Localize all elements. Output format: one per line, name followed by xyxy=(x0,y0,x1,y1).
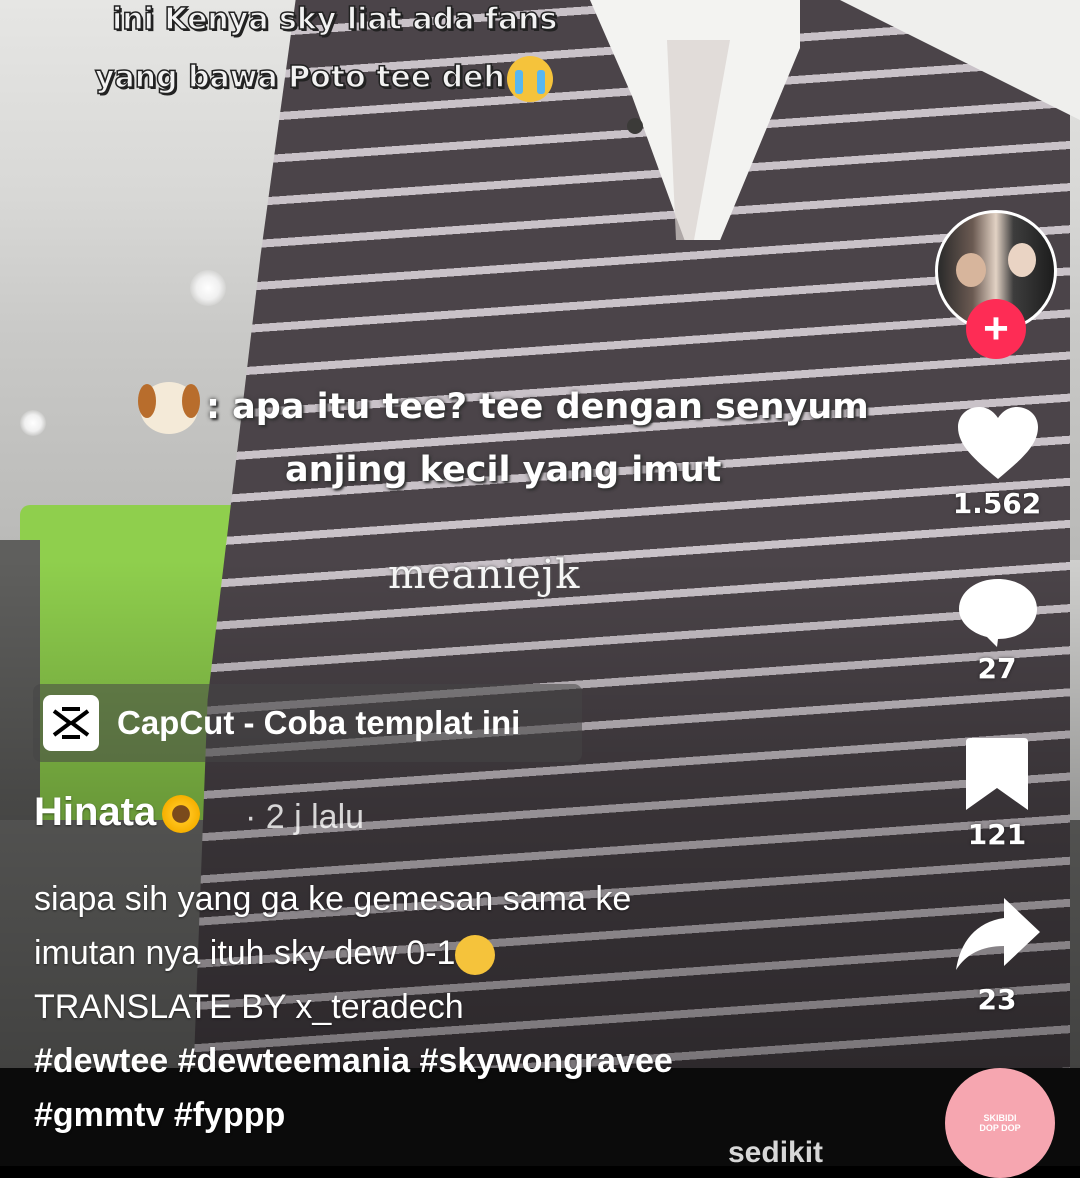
hashtag-line[interactable]: #gmmtv #fyppp xyxy=(34,1088,673,1142)
ceiling-light xyxy=(190,270,226,306)
post-description[interactable]: siapa sih yang ga ke gemesan sama ke imu… xyxy=(34,872,673,1142)
capcut-logo-icon xyxy=(43,695,99,751)
post-time: · 2 j lalu xyxy=(245,798,365,836)
next-content-peek: sedikit xyxy=(728,1136,824,1169)
disc-text: DOP DOP xyxy=(979,1123,1021,1133)
like-count: 1.562 xyxy=(952,487,1042,520)
share-count: 23 xyxy=(977,983,1017,1016)
avatar-face xyxy=(956,253,986,287)
caption-text: : apa itu tee? tee dengan senyum xyxy=(206,387,869,427)
caption-line: yang bawa Poto tee deh xyxy=(94,50,635,106)
description-text: imutan nya ituh sky dew 0-1 xyxy=(34,934,456,972)
bookmark-count: 121 xyxy=(967,818,1027,851)
comment-icon[interactable] xyxy=(957,577,1039,649)
author-text: Hinata xyxy=(34,790,157,834)
crying-emoji xyxy=(506,55,553,102)
capcut-label: CapCut - Coba templat ini xyxy=(117,704,521,741)
ceiling-light xyxy=(20,410,46,436)
description-line: TRANSLATE BY x_teradech xyxy=(34,988,464,1026)
caption-line: ini Kenya sky liat ada fans xyxy=(111,1,558,38)
share-icon[interactable] xyxy=(954,896,1042,974)
heart-icon[interactable] xyxy=(956,405,1040,481)
author-name[interactable]: Hinata xyxy=(34,790,201,835)
description-line: siapa sih yang ga ke gemesan sama ke xyxy=(34,880,632,918)
comment-count: 27 xyxy=(977,652,1017,685)
shirt-button xyxy=(627,118,643,134)
sunflower-emoji xyxy=(162,795,201,834)
caption-text: yang bawa Poto tee deh xyxy=(94,59,505,96)
dog-emoji xyxy=(138,382,200,434)
hashtag-line[interactable]: #dewtee #dewteemania #skywongravee xyxy=(34,1034,673,1088)
description-line: imutan nya ituh sky dew 0-1 xyxy=(34,926,673,980)
disc-text: SKIBIDI xyxy=(983,1113,1017,1123)
music-disc[interactable]: SKIBIDI DOP DOP xyxy=(945,1068,1055,1178)
upside-down-smile-emoji xyxy=(455,935,496,976)
avatar-face xyxy=(1008,243,1036,277)
caption-text: anjing kecil yang imut xyxy=(285,450,722,490)
video-caption-middle: : apa itu tee? tee dengan senyum xyxy=(138,382,869,434)
bookmark-icon[interactable] xyxy=(964,736,1030,812)
creator-watermark: meaniejk xyxy=(388,552,581,598)
capcut-template-link[interactable]: CapCut - Coba templat ini xyxy=(33,684,582,762)
follow-button[interactable]: + xyxy=(966,299,1026,359)
